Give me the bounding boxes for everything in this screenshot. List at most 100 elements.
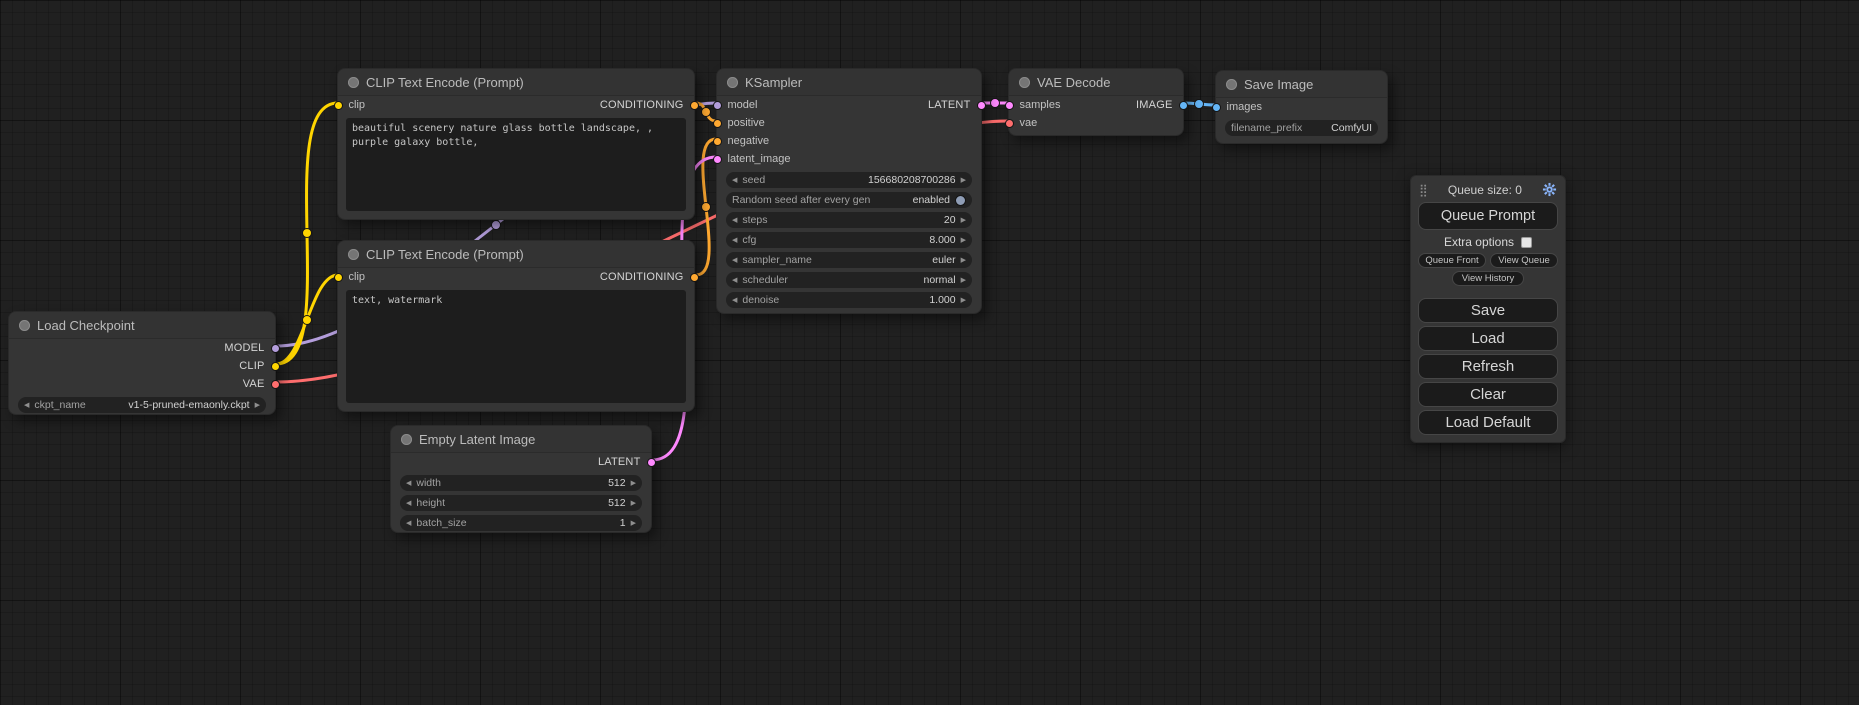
increment-arrow-icon[interactable]: ▶: [961, 177, 966, 184]
output-slot-model[interactable]: MODEL: [224, 342, 279, 354]
menu-drag-handle-icon[interactable]: ⣿: [1419, 183, 1428, 197]
slot-dot-conditioning[interactable]: [713, 137, 722, 146]
node-load-checkpoint[interactable]: Load Checkpoint MODEL CLIP VAE ◀ ckpt_na…: [8, 311, 276, 415]
view-queue-button[interactable]: View Queue: [1490, 253, 1558, 268]
increment-arrow-icon[interactable]: ▶: [961, 217, 966, 224]
slot-dot-conditioning[interactable]: [713, 119, 722, 128]
collapse-dot[interactable]: [401, 434, 412, 445]
slot-dot-latent[interactable]: [1005, 101, 1014, 110]
input-slot-images[interactable]: images: [1212, 101, 1262, 113]
increment-arrow-icon[interactable]: ▶: [631, 500, 636, 507]
node-vae-decode[interactable]: VAE Decode samples IMAGE vae: [1008, 68, 1184, 136]
clear-button[interactable]: Clear: [1418, 382, 1558, 407]
prompt-textarea[interactable]: text, watermark: [346, 290, 686, 403]
output-slot-latent[interactable]: LATENT: [928, 99, 986, 111]
input-slot-vae[interactable]: vae: [1005, 117, 1038, 129]
prev-arrow-icon[interactable]: ◀: [24, 402, 29, 409]
collapse-dot[interactable]: [19, 320, 30, 331]
input-slot-positive[interactable]: positive: [713, 117, 765, 129]
decrement-arrow-icon[interactable]: ◀: [406, 480, 411, 487]
load-button[interactable]: Load: [1418, 326, 1558, 351]
slot-dot-model[interactable]: [271, 344, 280, 353]
next-arrow-icon[interactable]: ▶: [961, 277, 966, 284]
load-default-button[interactable]: Load Default: [1418, 410, 1558, 435]
node-empty-latent-image[interactable]: Empty Latent Image LATENT ◀ width 512 ▶ …: [390, 425, 652, 533]
widget-seed[interactable]: ◀ seed 156680208700286 ▶: [726, 172, 972, 188]
decrement-arrow-icon[interactable]: ◀: [732, 177, 737, 184]
collapse-dot[interactable]: [1019, 77, 1030, 88]
output-slot-conditioning[interactable]: CONDITIONING: [600, 99, 699, 111]
refresh-button[interactable]: Refresh: [1418, 354, 1558, 379]
widget-height[interactable]: ◀ height 512 ▶: [400, 495, 642, 511]
decrement-arrow-icon[interactable]: ◀: [732, 297, 737, 304]
collapse-dot[interactable]: [727, 77, 738, 88]
next-arrow-icon[interactable]: ▶: [961, 257, 966, 264]
node-title-bar[interactable]: Save Image: [1216, 71, 1387, 98]
slot-dot-vae[interactable]: [271, 380, 280, 389]
next-arrow-icon[interactable]: ▶: [255, 402, 260, 409]
output-slot-conditioning[interactable]: CONDITIONING: [600, 271, 699, 283]
widget-width[interactable]: ◀ width 512 ▶: [400, 475, 642, 491]
widget-sampler-name[interactable]: ◀ sampler_name euler ▶: [726, 252, 972, 268]
queue-prompt-button[interactable]: Queue Prompt: [1418, 202, 1558, 230]
input-slot-clip[interactable]: clip: [334, 99, 366, 111]
node-save-image[interactable]: Save Image images filename_prefix ComfyU…: [1215, 70, 1388, 144]
toggle-dot[interactable]: [955, 195, 966, 206]
slot-dot-latent[interactable]: [647, 458, 656, 467]
input-slot-negative[interactable]: negative: [713, 135, 770, 147]
prompt-textarea[interactable]: beautiful scenery nature glass bottle la…: [346, 118, 686, 211]
output-slot-latent[interactable]: LATENT: [598, 456, 656, 468]
node-title-bar[interactable]: VAE Decode: [1009, 69, 1183, 96]
increment-arrow-icon[interactable]: ▶: [961, 237, 966, 244]
slot-dot-conditioning[interactable]: [690, 273, 699, 282]
widget-ckpt-name[interactable]: ◀ ckpt_name v1-5-pruned-emaonly.ckpt ▶: [18, 397, 266, 413]
save-button[interactable]: Save: [1418, 298, 1558, 323]
decrement-arrow-icon[interactable]: ◀: [732, 237, 737, 244]
input-slot-samples[interactable]: samples: [1005, 99, 1061, 111]
node-graph-canvas[interactable]: Load Checkpoint MODEL CLIP VAE ◀ ckpt_na…: [0, 0, 1859, 705]
slot-dot-conditioning[interactable]: [690, 101, 699, 110]
input-slot-latent-image[interactable]: latent_image: [713, 153, 791, 165]
prev-arrow-icon[interactable]: ◀: [732, 257, 737, 264]
node-title-bar[interactable]: CLIP Text Encode (Prompt): [338, 241, 694, 268]
widget-scheduler[interactable]: ◀ scheduler normal ▶: [726, 272, 972, 288]
node-clip-text-encode-negative[interactable]: CLIP Text Encode (Prompt) clip CONDITION…: [337, 240, 695, 412]
increment-arrow-icon[interactable]: ▶: [631, 480, 636, 487]
queue-front-button[interactable]: Queue Front: [1418, 253, 1486, 268]
widget-cfg[interactable]: ◀ cfg 8.000 ▶: [726, 232, 972, 248]
output-slot-vae[interactable]: VAE: [243, 378, 280, 390]
increment-arrow-icon[interactable]: ▶: [631, 520, 636, 527]
extra-options-checkbox[interactable]: [1521, 237, 1532, 248]
slot-dot-latent[interactable]: [977, 101, 986, 110]
output-slot-clip[interactable]: CLIP: [239, 360, 279, 372]
node-title-bar[interactable]: Load Checkpoint: [9, 312, 275, 339]
slot-dot-clip[interactable]: [334, 273, 343, 282]
slot-dot-image[interactable]: [1179, 101, 1188, 110]
view-history-button[interactable]: View History: [1452, 271, 1524, 286]
slot-dot-model[interactable]: [713, 101, 722, 110]
node-ksampler[interactable]: KSampler model LATENT positive negative: [716, 68, 982, 314]
slot-dot-vae[interactable]: [1005, 119, 1014, 128]
node-title-bar[interactable]: KSampler: [717, 69, 981, 96]
widget-denoise[interactable]: ◀ denoise 1.000 ▶: [726, 292, 972, 308]
decrement-arrow-icon[interactable]: ◀: [406, 500, 411, 507]
slot-dot-clip[interactable]: [334, 101, 343, 110]
slot-dot-clip[interactable]: [271, 362, 280, 371]
collapse-dot[interactable]: [1226, 79, 1237, 90]
input-slot-model[interactable]: model: [713, 99, 758, 111]
node-clip-text-encode-positive[interactable]: CLIP Text Encode (Prompt) clip CONDITION…: [337, 68, 695, 220]
settings-gear-icon[interactable]: [1542, 182, 1557, 197]
widget-filename-prefix[interactable]: filename_prefix ComfyUI: [1225, 120, 1378, 136]
widget-batch-size[interactable]: ◀ batch_size 1 ▶: [400, 515, 642, 531]
widget-random-seed-toggle[interactable]: Random seed after every gen enabled: [726, 192, 972, 208]
decrement-arrow-icon[interactable]: ◀: [406, 520, 411, 527]
node-title-bar[interactable]: CLIP Text Encode (Prompt): [338, 69, 694, 96]
slot-dot-image[interactable]: [1212, 103, 1221, 112]
decrement-arrow-icon[interactable]: ◀: [732, 217, 737, 224]
widget-steps[interactable]: ◀ steps 20 ▶: [726, 212, 972, 228]
collapse-dot[interactable]: [348, 77, 359, 88]
prev-arrow-icon[interactable]: ◀: [732, 277, 737, 284]
collapse-dot[interactable]: [348, 249, 359, 260]
increment-arrow-icon[interactable]: ▶: [961, 297, 966, 304]
input-slot-clip[interactable]: clip: [334, 271, 366, 283]
